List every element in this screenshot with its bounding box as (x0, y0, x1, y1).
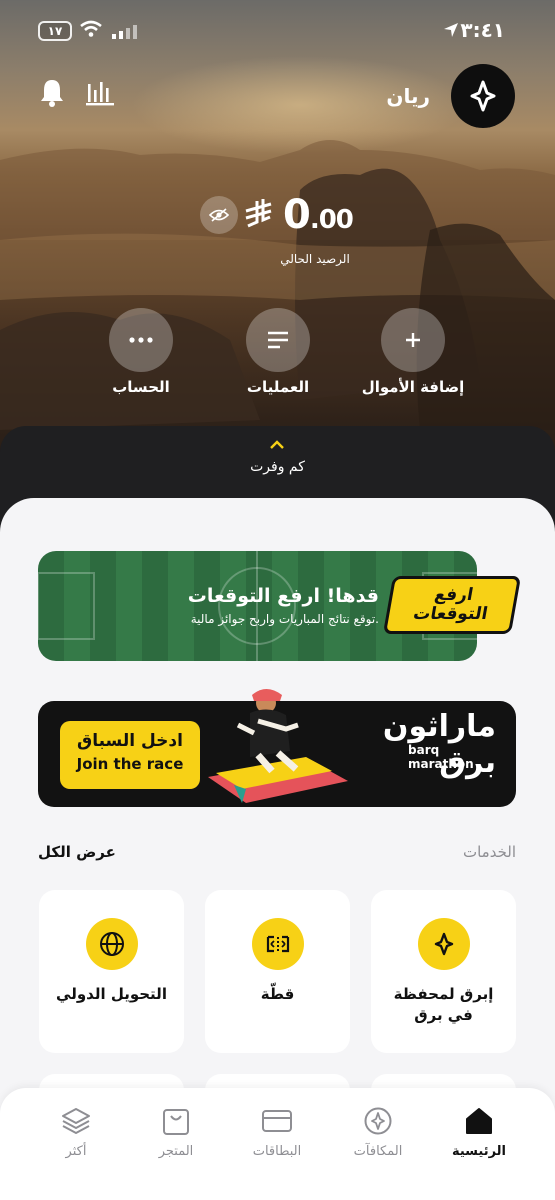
savings-label: كم وفرت (250, 459, 305, 475)
more-icon (129, 337, 153, 343)
riyal-symbol-icon (245, 199, 272, 228)
barq-spark-icon (434, 932, 453, 956)
join-race-label-ar: ادخل السباق (77, 731, 183, 751)
transactions-button[interactable]: العمليات (203, 308, 353, 396)
transactions-label: العمليات (246, 378, 310, 396)
wifi-icon (80, 20, 102, 37)
user-name[interactable]: ريان (386, 84, 430, 108)
account-button[interactable]: الحساب (66, 308, 216, 396)
plus-icon (406, 333, 420, 347)
nav-item-cards[interactable]: البطاقات (232, 1104, 322, 1159)
nav-label: الرئيسية (451, 1144, 507, 1159)
nav-label: المكافآت (353, 1144, 403, 1159)
profile-avatar-button[interactable] (451, 64, 515, 128)
service-label: إبرق لمحفظة في برق (393, 985, 494, 1024)
balance-label: الرصيد الحالي (280, 252, 350, 266)
home-icon (466, 1108, 492, 1134)
join-race-button[interactable]: ادخل السباق Join the race (60, 721, 200, 789)
status-bar: ٣:٤١ ١٧ (0, 0, 555, 60)
marathon-title-en-text: barq marathon (408, 743, 474, 771)
split-bill-icon (266, 935, 289, 953)
eye-off-icon (209, 208, 229, 222)
predictions-logo: ارفع التوقعات (382, 576, 522, 634)
hide-balance-button[interactable] (200, 196, 238, 234)
nav-item-home[interactable]: الرئيسية (434, 1104, 524, 1159)
globe-icon (99, 932, 124, 956)
notifications-button[interactable] (36, 76, 70, 110)
runner-carpet-illustration (208, 689, 348, 803)
add-money-button[interactable]: إضافة الأموال (338, 308, 488, 396)
balance-display: 0.00 (0, 186, 555, 246)
service-label: قطّة (260, 985, 295, 1003)
cellular-signal-icon (112, 25, 137, 39)
bar-chart-icon (86, 82, 114, 106)
status-time: ٣:٤١ (460, 18, 505, 42)
marathon-banner[interactable]: ادخل السباق Join the race ماراثون برق ba… (38, 689, 516, 807)
services-title: الخدمات (462, 843, 516, 861)
battery-indicator: ١٧ (38, 21, 72, 41)
list-icon (268, 331, 288, 349)
services-header: الخدمات عرض الكل (38, 843, 516, 867)
add-money-label: إضافة الأموال (361, 378, 465, 396)
nav-item-more[interactable]: أكثر (31, 1104, 121, 1159)
service-label: التحويل الدولي (56, 985, 167, 1003)
location-arrow-icon (444, 23, 458, 37)
join-race-label-en: Join the race (76, 755, 184, 773)
battery-level: ١٧ (47, 24, 63, 38)
statistics-button[interactable] (84, 76, 118, 110)
predictions-subtitle: توقع نتائج المباريات واربح جوائز مالية. (190, 612, 379, 626)
view-all-link[interactable]: عرض الكل (38, 843, 116, 861)
card-icon (262, 1110, 292, 1132)
service-card-split[interactable]: قطّة (205, 890, 350, 1053)
account-label: الحساب (112, 378, 170, 396)
nav-item-rewards[interactable]: المكافآت (333, 1104, 423, 1159)
bottom-navigation: الرئيسية المكافآت البطاقات المتجر أكثر (0, 1088, 555, 1200)
shopping-bag-icon (163, 1109, 189, 1135)
predictions-logo-line1: ارفع (432, 585, 475, 605)
service-card-barq-wallet[interactable]: إبرق لمحفظة في برق (371, 890, 516, 1053)
nav-label: المتجر (158, 1144, 194, 1159)
bell-icon (41, 80, 63, 107)
rewards-icon (364, 1107, 392, 1135)
barq-logo-icon (470, 80, 496, 112)
balance-amount: 0.00 (283, 192, 354, 238)
chevron-up-icon (270, 440, 284, 449)
nav-item-store[interactable]: المتجر (131, 1104, 221, 1159)
predictions-title: قدها! ارفع التوقعات (187, 585, 379, 607)
nav-label: أكثر (65, 1144, 87, 1159)
layers-icon (62, 1108, 90, 1134)
service-card-international-transfer[interactable]: التحويل الدولي (39, 890, 184, 1053)
nav-label: البطاقات (252, 1144, 302, 1159)
predictions-logo-line2: التوقعات (411, 604, 490, 624)
